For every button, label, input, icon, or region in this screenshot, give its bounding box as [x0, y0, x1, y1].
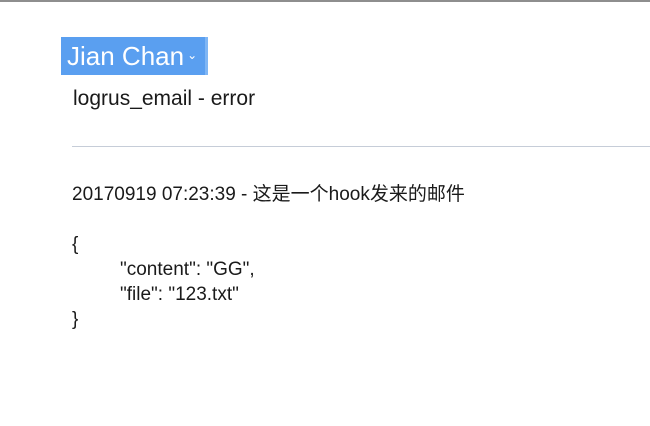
window-top-border	[0, 0, 650, 2]
email-view: Jian Chan ⌄ logrus_email - error 20170919…	[0, 0, 650, 426]
json-line-content: "content": "GG",	[120, 259, 255, 280]
json-line-file: "file": "123.txt"	[120, 284, 239, 305]
sender-chip[interactable]: Jian Chan ⌄	[61, 37, 209, 75]
email-body: 20170919 07:23:39 - 这是一个hook发来的邮件 { "con…	[72, 182, 632, 332]
header-divider	[72, 146, 650, 147]
json-close-brace: }	[72, 309, 79, 330]
body-headline: 20170919 07:23:39 - 这是一个hook发来的邮件	[72, 184, 465, 205]
sender-name: Jian Chan	[67, 41, 185, 71]
json-open-brace: {	[72, 234, 79, 255]
email-subject: logrus_email - error	[73, 87, 256, 110]
chevron-down-icon: ⌄	[187, 48, 198, 63]
